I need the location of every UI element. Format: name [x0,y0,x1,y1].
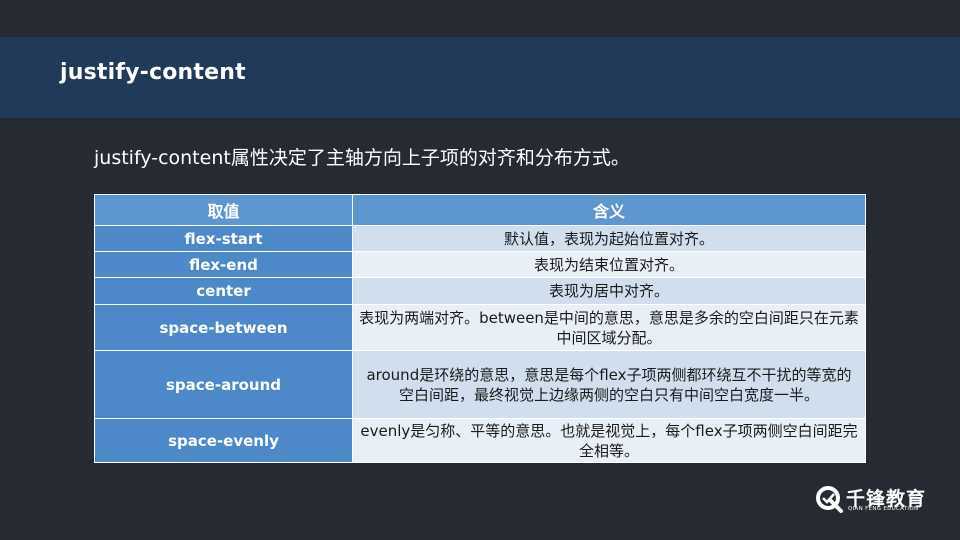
row-value: flex-start [94,225,353,252]
table-row: center 表现为居中对齐。 [94,277,866,305]
row-meaning: 表现为两端对齐。between是中间的意思，意思是多余的空白间距只在元素中间区域… [352,304,866,351]
logo-subtitle: QIAN FENG EDUCATION [848,506,919,512]
intro-text: justify-content属性决定了主轴方向上子项的对齐和分布方式。 [94,147,630,169]
table-row: flex-end 表现为结束位置对齐。 [94,251,866,278]
table-header-row: 取值 含义 [94,194,866,226]
table-row: flex-start 默认值，表现为起始位置对齐。 [94,225,866,252]
row-meaning: 表现为居中对齐。 [352,277,866,305]
row-meaning: evenly是匀称、平等的意思。也就是视觉上，每个flex子项两侧空白间距完全相… [352,418,866,463]
table-row: space-between 表现为两端对齐。between是中间的意思，意思是多… [94,304,866,351]
row-value: space-evenly [94,418,353,463]
row-value: flex-end [94,251,353,278]
table-row: space-around around是环绕的意思，意思是每个flex子项两侧都… [94,350,866,419]
row-meaning: around是环绕的意思，意思是每个flex子项两侧都环绕互不干扰的等宽的空白间… [352,350,866,419]
table-row: space-evenly evenly是匀称、平等的意思。也就是视觉上，每个fl… [94,418,866,463]
row-value: space-around [94,350,353,419]
logo-q-icon [816,486,843,513]
row-value: space-between [94,304,353,351]
company-logo: 千锋教育 QIAN FENG EDUCATION [814,484,939,514]
header-value: 取值 [94,194,353,226]
row-meaning: 表现为结束位置对齐。 [352,251,866,278]
row-meaning: 默认值，表现为起始位置对齐。 [352,225,866,252]
row-value: center [94,277,353,305]
slide-title: justify-content [60,60,246,85]
header-meaning: 含义 [352,194,866,226]
justify-content-table: 取值 含义 flex-start 默认值，表现为起始位置对齐。 flex-end… [94,194,866,463]
